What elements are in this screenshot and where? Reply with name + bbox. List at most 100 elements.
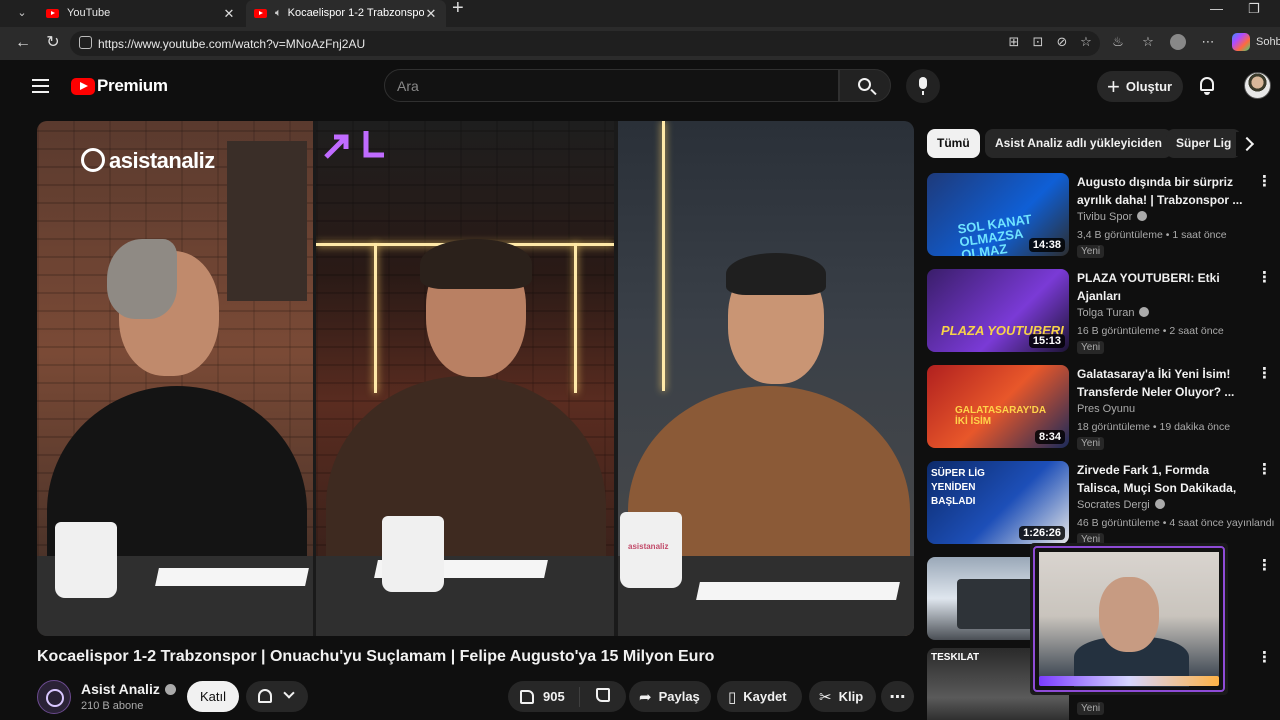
mug: asistanaliz xyxy=(620,512,682,588)
more-options-icon[interactable]: ⋮ xyxy=(1257,269,1272,289)
favorites-icon[interactable]: ☆ xyxy=(1140,34,1156,50)
browser-tab-bar: ⌄ YouTube ✕ 🔈︎ Kocaelispor 1-2 Trabzonsp… xyxy=(0,0,1280,27)
verified-icon xyxy=(1137,211,1148,221)
bell-icon xyxy=(1200,77,1214,91)
youtube-logo-text[interactable]: Premium xyxy=(97,76,168,96)
search-button[interactable] xyxy=(839,69,891,102)
site-info-icon[interactable] xyxy=(79,36,92,49)
asistanaliz-watermark: asistanaliz xyxy=(81,148,215,174)
duration-badge: 8:34 xyxy=(1034,430,1065,444)
more-actions-button[interactable]: ⋯ xyxy=(881,681,914,712)
recommendation-item[interactable]: GALATASARAY'DA İKİ İSİM 8:34 Galatasaray… xyxy=(927,365,1272,453)
menu-icon[interactable] xyxy=(32,79,49,93)
new-tab-icon[interactable]: + xyxy=(452,0,464,18)
notifications-button[interactable] xyxy=(1197,76,1217,96)
search-input[interactable] xyxy=(397,76,817,96)
rec-title[interactable]: Augusto dışında bir sürpriz ayrılık daha… xyxy=(1077,173,1253,209)
new-badge: Yeni xyxy=(1077,437,1105,450)
recommendation-item[interactable]: SOL KANAT OLMAZSA OLMAZ 14:38 Augusto dı… xyxy=(927,173,1272,261)
video-thumbnail[interactable]: GALATASARAY'DA İKİ İSİM 8:34 xyxy=(927,365,1069,448)
address-bar[interactable]: https://www.youtube.com/watch?v=MNoAzFnj… xyxy=(70,31,1100,56)
recommendation-item[interactable]: PLAZA YOUTUBERI 15:13 PLAZA YOUTUBERI: E… xyxy=(927,269,1272,357)
back-icon[interactable]: ← xyxy=(12,33,34,53)
webcam-overlay xyxy=(1030,543,1228,695)
chip-all[interactable]: Tümü xyxy=(927,129,980,158)
channel-name[interactable]: Asist Analiz xyxy=(81,681,176,697)
duration-badge: 15:13 xyxy=(1028,334,1065,348)
verified-icon xyxy=(1139,307,1150,317)
more-icon: ⋯ xyxy=(889,688,906,706)
maximize-icon[interactable]: ❐ xyxy=(1248,0,1260,17)
chip-super-lig[interactable]: Süper Lig xyxy=(1166,129,1242,158)
save-button[interactable]: ▯ Kaydet xyxy=(717,681,802,712)
copilot-icon[interactable] xyxy=(1232,33,1250,51)
rec-channel[interactable]: Pres Oyunu xyxy=(1077,403,1135,415)
chips-next-chevron-icon[interactable] xyxy=(1236,132,1260,156)
thumbs-down-icon xyxy=(596,688,610,702)
more-options-icon[interactable]: ⋮ xyxy=(1257,173,1272,193)
extension-icon[interactable]: ♨ xyxy=(1110,34,1126,50)
tab-actions-chevron-icon[interactable]: ⌄ xyxy=(10,3,34,23)
like-dislike-group: 905 xyxy=(508,681,626,712)
favorite-star-icon[interactable]: ☆ xyxy=(1078,34,1094,50)
apps-icon[interactable]: ⊡ xyxy=(1030,34,1046,50)
rec-title[interactable]: Galatasaray'a İki Yeni İsim! Transferde … xyxy=(1077,365,1253,401)
browser-tab-video[interactable]: 🔈︎ Kocaelispor 1-2 Trabzonspor | Onuachu… xyxy=(246,0,446,27)
subscribed-button[interactable] xyxy=(246,681,308,712)
url-text[interactable]: https://www.youtube.com/watch?v=MNoAzFnj… xyxy=(98,37,365,51)
rec-meta: 16 B görüntüleme • 2 saat önce xyxy=(1077,325,1224,337)
video-thumbnail[interactable]: SOL KANAT OLMAZSA OLMAZ 14:38 xyxy=(927,173,1069,256)
duration-badge: 1:26:26 xyxy=(1019,526,1065,540)
browser-menu-icon[interactable]: ⋯ xyxy=(1200,34,1216,50)
create-label: Oluştur xyxy=(1125,79,1173,94)
youtube-logo-icon[interactable] xyxy=(71,78,95,95)
share-icon: ➦ xyxy=(639,688,652,706)
channel-avatar[interactable] xyxy=(37,680,71,714)
copilot-label[interactable]: Sohb xyxy=(1256,36,1280,48)
account-avatar[interactable] xyxy=(1244,72,1271,99)
like-count: 905 xyxy=(543,689,565,704)
more-options-icon[interactable]: ⋮ xyxy=(1257,649,1272,669)
rec-channel[interactable]: Tolga Turan xyxy=(1077,307,1150,319)
reload-icon[interactable]: ↻ xyxy=(42,33,64,53)
video-thumbnail[interactable]: PLAZA YOUTUBERI 15:13 xyxy=(927,269,1069,352)
close-tab-icon[interactable]: ✕ xyxy=(424,5,438,22)
new-badge: Yeni xyxy=(1077,702,1105,715)
new-badge: Yeni xyxy=(1077,245,1105,258)
more-options-icon[interactable]: ⋮ xyxy=(1257,365,1272,385)
tracking-icon[interactable]: ⊘ xyxy=(1054,34,1070,50)
dislike-button[interactable] xyxy=(580,688,626,705)
voice-search-button[interactable] xyxy=(906,69,940,103)
tab-title: Kocaelispor 1-2 Trabzonspor | Onuachu'yu… xyxy=(287,7,424,19)
browser-tab-youtube[interactable]: YouTube ✕ xyxy=(38,0,244,27)
rec-meta: 46 B görüntüleme • 4 saat önce yayınland… xyxy=(1077,517,1275,529)
plus-icon: + xyxy=(1107,73,1120,99)
like-button[interactable]: 905 xyxy=(508,686,580,707)
video-player[interactable]: asistanaliz asistanaliz xyxy=(37,121,914,636)
youtube-favicon-icon xyxy=(46,9,59,18)
rec-channel[interactable]: Tivibu Spor xyxy=(1077,211,1148,223)
youtube-favicon-icon xyxy=(254,9,267,18)
clip-button[interactable]: ✂ Klip xyxy=(809,681,876,712)
translate-icon[interactable]: ⊞ xyxy=(1006,34,1022,50)
rec-title[interactable]: Zirvede Fark 1, Formda Talisca, Muçi Son… xyxy=(1077,461,1253,497)
more-options-icon[interactable]: ⋮ xyxy=(1257,461,1272,481)
chip-from-channel[interactable]: Asist Analiz adlı yükleyiciden xyxy=(985,129,1172,158)
speaker-icon[interactable]: 🔈︎ xyxy=(275,5,282,22)
filter-chips: Tümü Asist Analiz adlı yükleyiciden Süpe… xyxy=(927,129,1257,158)
share-button[interactable]: ➦ Paylaş xyxy=(629,681,711,712)
rec-channel[interactable]: Socrates Dergi xyxy=(1077,499,1165,511)
minimize-icon[interactable]: — xyxy=(1210,0,1223,17)
create-button[interactable]: + Oluştur xyxy=(1097,71,1183,102)
more-options-icon[interactable]: ⋮ xyxy=(1257,557,1272,577)
profile-icon[interactable] xyxy=(1170,34,1186,50)
thumbs-up-icon xyxy=(520,689,534,704)
rec-title[interactable]: PLAZA YOUTUBERI: Etki Ajanları xyxy=(1077,269,1253,305)
close-tab-icon[interactable]: ✕ xyxy=(222,5,236,22)
search-box[interactable] xyxy=(384,69,839,102)
video-thumbnail[interactable]: SÜPER LİG YENİDEN BAŞLADI 1:26:26 xyxy=(927,461,1069,544)
join-button[interactable]: Katıl xyxy=(187,681,239,712)
new-badge: Yeni xyxy=(1077,341,1105,354)
recommendation-item[interactable]: SÜPER LİG YENİDEN BAŞLADI 1:26:26 Zirved… xyxy=(927,461,1275,549)
video-panel-left: asistanaliz xyxy=(37,121,313,636)
